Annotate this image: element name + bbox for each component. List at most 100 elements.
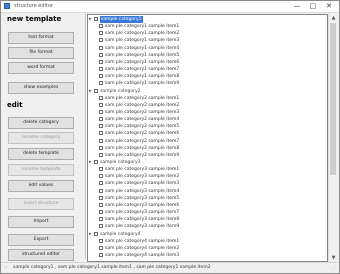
node-checkbox[interactable]: [99, 109, 103, 114]
resize-grip-icon[interactable]: ⋰: [332, 265, 337, 271]
node-checkbox[interactable]: [99, 74, 103, 79]
node-label: sam ple category2 sample item6: [105, 131, 180, 137]
node-label: sam ple category3 sample item5: [105, 195, 180, 201]
new-word-format-button[interactable]: word format: [8, 62, 74, 74]
node-checkbox[interactable]: [99, 245, 103, 250]
delete-template-button[interactable]: delete template: [8, 148, 74, 160]
structured-editor-button[interactable]: structured editor: [8, 249, 74, 261]
title-bar[interactable]: structure editor — □ ✕: [1, 1, 339, 13]
tree-item-node[interactable]: sam ple category3 sample item5: [88, 195, 327, 202]
node-checkbox[interactable]: [99, 81, 103, 86]
tree-item-node[interactable]: sam ple category4 sample item3: [88, 252, 327, 259]
tree-item-node[interactable]: sam ple category3 sample item3: [88, 180, 327, 187]
tree-item-node[interactable]: sam ple category3 sample item2: [88, 173, 327, 180]
tree-item-node[interactable]: sam ple category1 sample item3: [88, 37, 327, 44]
node-label: sam ple category2 sample item8: [105, 145, 180, 151]
node-checkbox[interactable]: [99, 59, 103, 64]
node-checkbox[interactable]: [99, 52, 103, 57]
node-label: sam ple category1 sample item6: [105, 59, 180, 65]
node-checkbox[interactable]: [99, 67, 103, 72]
node-checkbox[interactable]: [99, 217, 103, 222]
new-text-format-button[interactable]: text format: [8, 32, 74, 44]
scroll-up-icon[interactable]: ▲: [329, 14, 338, 22]
import-button[interactable]: Import: [8, 216, 74, 228]
rename-template-button[interactable]: rename template: [8, 164, 74, 176]
tree-item-node[interactable]: sam ple category1 sample item7: [88, 66, 327, 73]
node-label: sam ple category1 sample item7: [105, 67, 180, 73]
node-checkbox[interactable]: [99, 167, 103, 172]
node-checkbox[interactable]: [99, 24, 103, 29]
node-checkbox[interactable]: [99, 174, 103, 179]
tree-item-node[interactable]: sam ple category2 sample item8: [88, 145, 327, 152]
close-button[interactable]: ✕: [321, 1, 337, 12]
tree-item-node[interactable]: sam ple category3 sample item8: [88, 216, 327, 223]
node-checkbox[interactable]: [99, 31, 103, 36]
node-checkbox[interactable]: [99, 224, 103, 229]
tree-item-node[interactable]: sam ple category1 sample item4: [88, 45, 327, 52]
tree-category-node[interactable]: ▸ sample category3: [88, 159, 327, 166]
tree-item-node[interactable]: sam ple category1 sample item8: [88, 73, 327, 80]
tree-item-node[interactable]: sam ple category4 sample item1: [88, 238, 327, 245]
tree-item-node[interactable]: sam ple category3 sample item1: [88, 166, 327, 173]
node-label: sam ple category1 sample item4: [105, 45, 180, 51]
tree-scrollbar[interactable]: ▲ ▼: [328, 14, 337, 262]
tree-item-node[interactable]: sam ple category2 sample item9: [88, 152, 327, 159]
template-tree[interactable]: ▸ sample category1 sam ple category1 sampl…: [87, 14, 328, 262]
node-checkbox[interactable]: [99, 238, 103, 243]
node-checkbox[interactable]: [99, 45, 103, 50]
node-checkbox[interactable]: [99, 38, 103, 43]
section-heading: new template: [7, 15, 62, 23]
tree-item-node[interactable]: sam ple category1 sample item6: [88, 59, 327, 66]
node-checkbox[interactable]: [99, 95, 103, 100]
tree-item-node[interactable]: sam ple category2 sample item3: [88, 109, 327, 116]
info-icon: ◦: [4, 265, 7, 271]
node-checkbox[interactable]: [99, 252, 103, 257]
node-checkbox[interactable]: [94, 160, 98, 164]
node-checkbox[interactable]: [94, 88, 98, 93]
tree-category-node[interactable]: ▸ sample category4: [88, 231, 327, 238]
tree-item-node[interactable]: sam ple category2 sample item5: [88, 123, 327, 130]
rename-category-button[interactable]: rename category: [8, 132, 74, 144]
node-checkbox[interactable]: [99, 145, 103, 150]
tree-item-node[interactable]: sam ple category1 sample item2: [88, 30, 327, 37]
node-checkbox[interactable]: [99, 188, 103, 193]
tree-item-node[interactable]: sam ple category4 sample item2: [88, 245, 327, 252]
sidebar: new template text format file format word f…: [3, 14, 83, 261]
tree-item-node[interactable]: sam ple category2 sample item4: [88, 116, 327, 123]
node-checkbox[interactable]: [99, 210, 103, 215]
tree-category-node[interactable]: ▸ sample category1: [88, 16, 327, 23]
tree-item-node[interactable]: sam ple category2 sample item6: [88, 130, 327, 137]
tree-item-node[interactable]: sam ple category3 sample item6: [88, 202, 327, 209]
insert-structure-button[interactable]: insert structure: [8, 198, 74, 210]
tree-item-node[interactable]: sam ple category2 sample item7: [88, 138, 327, 145]
node-checkbox[interactable]: [99, 138, 103, 143]
export-button[interactable]: Export: [8, 234, 74, 246]
node-checkbox[interactable]: [99, 102, 103, 107]
node-checkbox[interactable]: [99, 195, 103, 200]
delete-category-button[interactable]: delete category: [8, 117, 74, 129]
tree-category-node[interactable]: ▸ sample category2: [88, 88, 327, 95]
tree-item-node[interactable]: sam ple category3 sample item7: [88, 209, 327, 216]
maximize-button[interactable]: □: [305, 1, 321, 12]
scroll-thumb[interactable]: [330, 23, 336, 175]
tree-item-node[interactable]: sam ple category1 sample item9: [88, 80, 327, 87]
node-checkbox[interactable]: [99, 117, 103, 122]
tree-item-node[interactable]: sam ple category1 sample item1: [88, 23, 327, 30]
node-checkbox[interactable]: [94, 231, 98, 236]
node-checkbox[interactable]: [99, 152, 103, 157]
node-checkbox[interactable]: [94, 17, 98, 21]
node-checkbox[interactable]: [99, 131, 103, 136]
node-checkbox[interactable]: [99, 124, 103, 129]
edit-values-button[interactable]: edit values: [8, 180, 74, 192]
new-show-examples-button[interactable]: show examples: [8, 82, 74, 94]
new-file-format-button[interactable]: file format: [8, 47, 74, 59]
node-checkbox[interactable]: [99, 202, 103, 207]
tree-item-node[interactable]: sam ple category3 sample item4: [88, 188, 327, 195]
tree-item-node[interactable]: sam ple category1 sample item5: [88, 52, 327, 59]
tree-item-node[interactable]: sam ple category2 sample item1: [88, 95, 327, 102]
node-checkbox[interactable]: [99, 181, 103, 186]
tree-item-node[interactable]: sam ple category3 sample item9: [88, 223, 327, 230]
scroll-down-icon[interactable]: ▼: [329, 254, 338, 262]
tree-item-node[interactable]: sam ple category2 sample item2: [88, 102, 327, 109]
minimize-button[interactable]: —: [289, 1, 305, 12]
